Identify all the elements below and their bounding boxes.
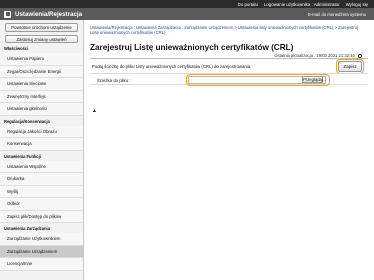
page-title: Zarejestruj Listę unieważnionych certyfi… [90, 43, 294, 52]
sidebar-item-network[interactable]: Ustawienia Sieciowe [0, 78, 83, 91]
sidebar-item-external-interface[interactable]: Zewnętrzny Interfejs [0, 90, 83, 103]
sidebar-item-common-settings[interactable]: Ustawienia Wspólne [0, 160, 83, 173]
file-path-row: Ścieżka do pliku : Przeglądaj... [90, 73, 368, 86]
sidebar-item-receive[interactable]: Odbiór [0, 198, 83, 211]
sidebar-item-file-access[interactable]: Zapisz plik/Dostęp do plików [0, 210, 83, 223]
sidebar-item-timer-energy[interactable]: Zegar/Oszczędzanie Energii [0, 65, 83, 78]
device-home-button[interactable]: Powrotnie urochom urządzenie [5, 23, 78, 32]
logout-link[interactable]: Wyloguj się [346, 2, 368, 7]
sidebar: Powrotnie urochom urządzenie Zastosuj zm… [0, 20, 84, 280]
sidebar-section-preferences: Właściwości [4, 46, 29, 51]
email-admin-link[interactable]: E-mail do menedżera systemu [308, 12, 366, 17]
sidebar-item-printer[interactable]: Drukarka [0, 173, 83, 186]
sidebar-item-volume[interactable]: Ustawienia głośności [0, 103, 83, 116]
sidebar-item-device-management[interactable]: Zarządzanie Urządzeniem [0, 245, 83, 258]
title-bar: Ustawienia/Rejestracja E-mail do menedże… [0, 8, 374, 20]
sidebar-item-paper-settings[interactable]: Ustawienia Papieru [0, 53, 83, 66]
add-button[interactable]: Zapisz [336, 59, 364, 74]
settings-app-icon [4, 10, 11, 18]
sidebar-item-maintenance[interactable]: Konserwacja [0, 138, 83, 151]
top-bar: Do portalu Logowanie użytkownika : Admin… [0, 0, 374, 8]
portal-link[interactable]: Do portalu [238, 2, 258, 7]
browse-button[interactable]: Przeglądaj... [302, 76, 326, 84]
sidebar-item-send[interactable]: Wyślij [0, 185, 83, 198]
divider [90, 58, 368, 59]
sidebar-section-function-settings: Ustawienia Funkcji [4, 153, 41, 159]
sidebar-item-user-management[interactable]: Zarządzanie Użytkownikiem [0, 233, 83, 246]
sidebar-item-license-other[interactable]: Licencja/Inne [0, 258, 83, 271]
file-path-label: Ścieżka do pliku : [97, 77, 131, 83]
sidebar-section-adjustment: Regulacja/Konserwacja [4, 118, 50, 124]
login-user-label: Logowanie użytkownika : Administrator [263, 1, 340, 7]
apply-settings-button[interactable]: Zastosuj zmiany ustawień [5, 34, 78, 43]
main-content: Ustawienia/Rejestracja : Ustawienia Zarz… [84, 20, 374, 280]
description-text: Podaj ścieżkę do pliku Listy unieważnion… [92, 64, 252, 69]
breadcrumb[interactable]: Ustawienia/Rejestracja : Ustawienia Zarz… [90, 25, 360, 35]
scroll-to-top-icon[interactable]: ▲ [92, 108, 97, 114]
sidebar-section-management: Ustawienia Zarządzania [4, 226, 50, 231]
app-title: Ustawienia/Rejestracja [15, 10, 83, 18]
sidebar-item-image-quality[interactable]: Regulacja Jakości Obrazu [0, 125, 83, 138]
